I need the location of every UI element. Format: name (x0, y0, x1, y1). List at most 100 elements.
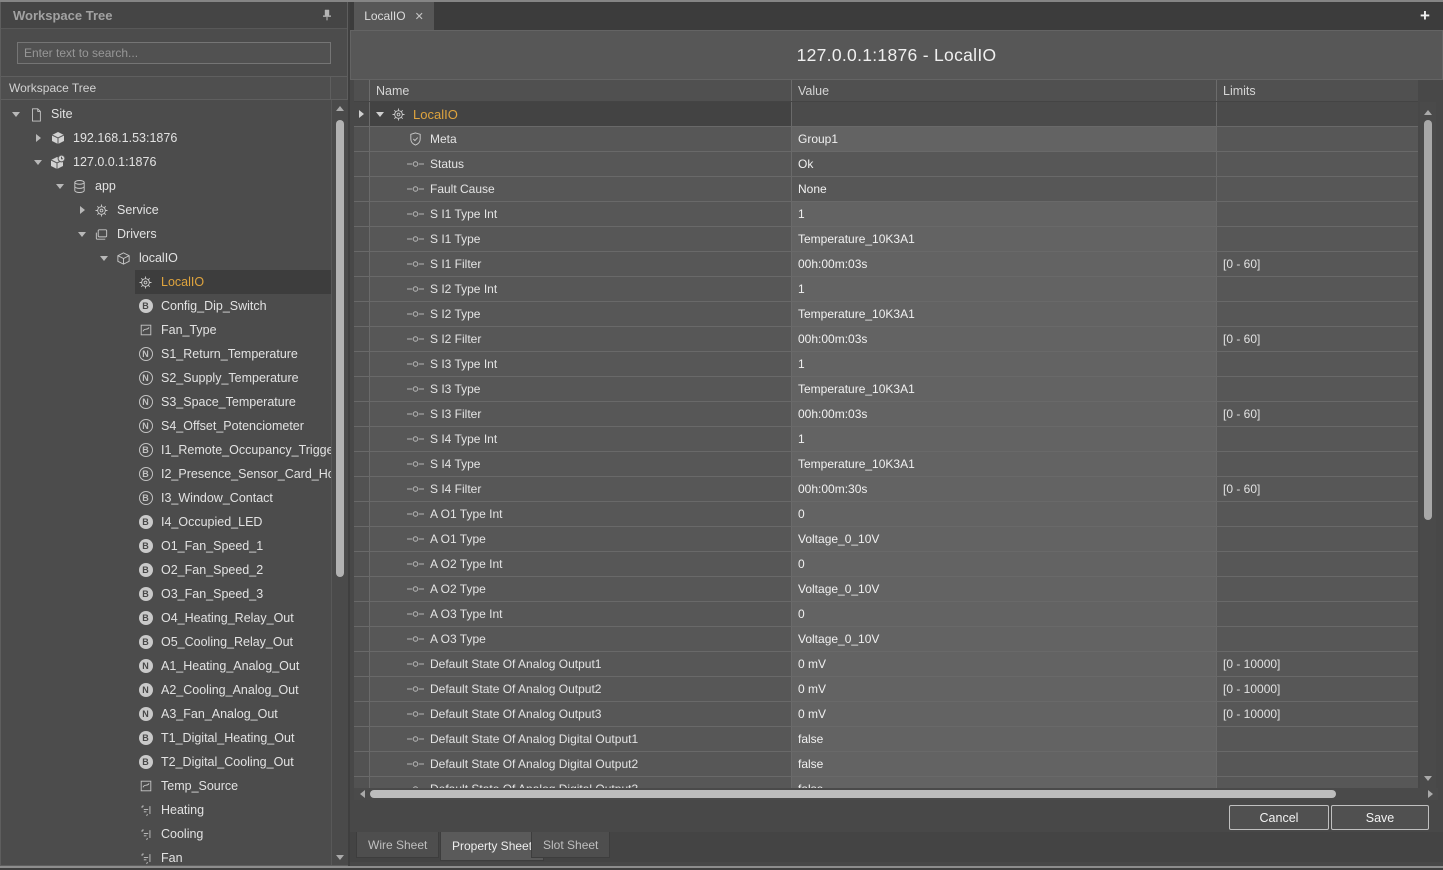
tree-item-localio[interactable]: LocalIO (1, 270, 331, 294)
table-horizontal-scrollbar[interactable] (354, 788, 1438, 800)
scroll-right-icon[interactable] (1424, 788, 1436, 800)
property-row-s-i1-type-int[interactable]: S I1 Type Int1 (354, 202, 1418, 227)
tree-item-i2-presence-sensor-card-ho[interactable]: BI2_Presence_Sensor_Card_Ho... (1, 462, 331, 486)
table-vertical-scrollbar[interactable] (1420, 102, 1436, 788)
property-row-s-i1-type[interactable]: S I1 TypeTemperature_10K3A1 (354, 227, 1418, 252)
row-gutter-cell[interactable] (354, 302, 370, 327)
value-cell[interactable]: 0 mV (792, 677, 1217, 702)
tree-item-localio[interactable]: localIO (1, 246, 331, 270)
row-gutter-cell[interactable] (354, 452, 370, 477)
tree-item-o4-heating-relay-out[interactable]: BO4_Heating_Relay_Out (1, 606, 331, 630)
property-row-s-i1-filter[interactable]: S I1 Filter00h:00m:03s[0 - 60] (354, 252, 1418, 277)
row-gutter-cell[interactable] (354, 502, 370, 527)
tree-item-fan-type[interactable]: Fan_Type (1, 318, 331, 342)
row-gutter-cell[interactable] (354, 652, 370, 677)
row-gutter-cell[interactable] (354, 777, 370, 788)
value-cell[interactable]: 00h:00m:03s (792, 402, 1217, 427)
property-row-s-i3-type-int[interactable]: S I3 Type Int1 (354, 352, 1418, 377)
property-row-default-state-of-analog-digital-output3[interactable]: Default State Of Analog Digital Output3f… (354, 777, 1418, 788)
row-gutter-cell[interactable] (354, 477, 370, 502)
row-gutter-cell[interactable] (354, 627, 370, 652)
scroll-up-icon[interactable] (1420, 106, 1436, 118)
tree-item-t1-digital-heating-out[interactable]: BT1_Digital_Heating_Out (1, 726, 331, 750)
value-cell[interactable]: false (792, 727, 1217, 752)
property-row-localio[interactable]: LocalIO (354, 102, 1418, 127)
property-row-s-i3-filter[interactable]: S I3 Filter00h:00m:03s[0 - 60] (354, 402, 1418, 427)
property-row-default-state-of-analog-output1[interactable]: Default State Of Analog Output10 mV[0 - … (354, 652, 1418, 677)
tree-item-i1-remote-occupancy-trigger[interactable]: BI1_Remote_Occupancy_Trigger (1, 438, 331, 462)
value-cell[interactable]: 0 mV (792, 652, 1217, 677)
value-cell[interactable]: false (792, 752, 1217, 777)
property-row-s-i4-type[interactable]: S I4 TypeTemperature_10K3A1 (354, 452, 1418, 477)
property-row-fault-cause[interactable]: Fault CauseNone (354, 177, 1418, 202)
tree-item-o1-fan-speed-1[interactable]: BO1_Fan_Speed_1 (1, 534, 331, 558)
value-cell[interactable]: 00h:00m:03s (792, 252, 1217, 277)
row-gutter-cell[interactable] (354, 102, 370, 127)
value-cell[interactable]: Temperature_10K3A1 (792, 302, 1217, 327)
property-row-a-o1-type-int[interactable]: A O1 Type Int0 (354, 502, 1418, 527)
tree-item-s1-return-temperature[interactable]: NS1_Return_Temperature (1, 342, 331, 366)
value-cell[interactable]: 0 mV (792, 702, 1217, 727)
search-input[interactable] (17, 42, 331, 64)
property-row-a-o1-type[interactable]: A O1 TypeVoltage_0_10V (354, 527, 1418, 552)
tree-item-192-168-1-53-1876[interactable]: 192.168.1.53:1876 (1, 126, 331, 150)
scroll-down-icon[interactable] (332, 851, 348, 863)
value-cell[interactable]: 1 (792, 427, 1217, 452)
tree-item-service[interactable]: Service (1, 198, 331, 222)
tree-item-a2-cooling-analog-out[interactable]: NA2_Cooling_Analog_Out (1, 678, 331, 702)
value-cell[interactable]: Voltage_0_10V (792, 527, 1217, 552)
value-cell[interactable]: Ok (792, 152, 1217, 177)
property-row-s-i4-filter[interactable]: S I4 Filter00h:00m:30s[0 - 60] (354, 477, 1418, 502)
tree-scrollbar-thumb[interactable] (336, 120, 344, 577)
property-row-s-i2-type[interactable]: S I2 TypeTemperature_10K3A1 (354, 302, 1418, 327)
property-row-meta[interactable]: MetaGroup1 (354, 127, 1418, 152)
value-cell[interactable]: 00h:00m:03s (792, 327, 1217, 352)
property-row-default-state-of-analog-output2[interactable]: Default State Of Analog Output20 mV[0 - … (354, 677, 1418, 702)
value-cell[interactable]: Temperature_10K3A1 (792, 227, 1217, 252)
expand-arrow-icon[interactable] (73, 206, 91, 214)
tree-scrollbar[interactable] (331, 100, 348, 865)
value-cell[interactable]: None (792, 177, 1217, 202)
value-cell[interactable]: Temperature_10K3A1 (792, 452, 1217, 477)
property-row-s-i3-type[interactable]: S I3 TypeTemperature_10K3A1 (354, 377, 1418, 402)
tree-item-config-dip-switch[interactable]: BConfig_Dip_Switch (1, 294, 331, 318)
tree-item-temp-source[interactable]: Temp_Source (1, 774, 331, 798)
property-row-default-state-of-analog-output3[interactable]: Default State Of Analog Output30 mV[0 - … (354, 702, 1418, 727)
tree-item-cooling[interactable]: Cooling (1, 822, 331, 846)
tab-slot-sheet[interactable]: Slot Sheet (531, 832, 610, 858)
row-gutter-cell[interactable] (354, 702, 370, 727)
collapse-arrow-icon[interactable] (29, 160, 47, 165)
tree-item-a1-heating-analog-out[interactable]: NA1_Heating_Analog_Out (1, 654, 331, 678)
pin-icon[interactable] (319, 7, 335, 23)
tree-item-fan[interactable]: Fan (1, 846, 331, 865)
property-row-s-i4-type-int[interactable]: S I4 Type Int1 (354, 427, 1418, 452)
property-row-status[interactable]: StatusOk (354, 152, 1418, 177)
row-gutter-cell[interactable] (354, 202, 370, 227)
row-gutter-cell[interactable] (354, 127, 370, 152)
row-expand-arrow-icon[interactable] (359, 110, 364, 118)
tree-item-a3-fan-analog-out[interactable]: NA3_Fan_Analog_Out (1, 702, 331, 726)
value-cell[interactable]: 0 (792, 602, 1217, 627)
row-gutter-cell[interactable] (354, 577, 370, 602)
tree-item-s3-space-temperature[interactable]: NS3_Space_Temperature (1, 390, 331, 414)
tree-item-o2-fan-speed-2[interactable]: BO2_Fan_Speed_2 (1, 558, 331, 582)
tree-item-s2-supply-temperature[interactable]: NS2_Supply_Temperature (1, 366, 331, 390)
tab-wire-sheet[interactable]: Wire Sheet (356, 832, 439, 858)
tree-item-site[interactable]: Site (1, 102, 331, 126)
value-cell[interactable]: Group1 (792, 127, 1217, 152)
row-gutter-cell[interactable] (354, 602, 370, 627)
table-vertical-scrollbar-thumb[interactable] (1424, 120, 1432, 520)
tab-localio[interactable]: LocalIO ✕ (354, 2, 434, 30)
tree-item-o5-cooling-relay-out[interactable]: BO5_Cooling_Relay_Out (1, 630, 331, 654)
tree-item-i4-occupied-led[interactable]: BI4_Occupied_LED (1, 510, 331, 534)
row-gutter-cell[interactable] (354, 177, 370, 202)
tree-item-s4-offset-potenciometer[interactable]: NS4_Offset_Potenciometer (1, 414, 331, 438)
row-gutter-cell[interactable] (354, 327, 370, 352)
collapse-arrow-icon[interactable] (7, 112, 25, 117)
value-cell[interactable]: Voltage_0_10V (792, 577, 1217, 602)
value-cell[interactable]: 1 (792, 352, 1217, 377)
value-cell[interactable]: 00h:00m:30s (792, 477, 1217, 502)
value-cell[interactable]: 0 (792, 552, 1217, 577)
add-tab-button[interactable]: + (1415, 6, 1435, 26)
collapse-arrow-icon[interactable] (374, 112, 386, 117)
